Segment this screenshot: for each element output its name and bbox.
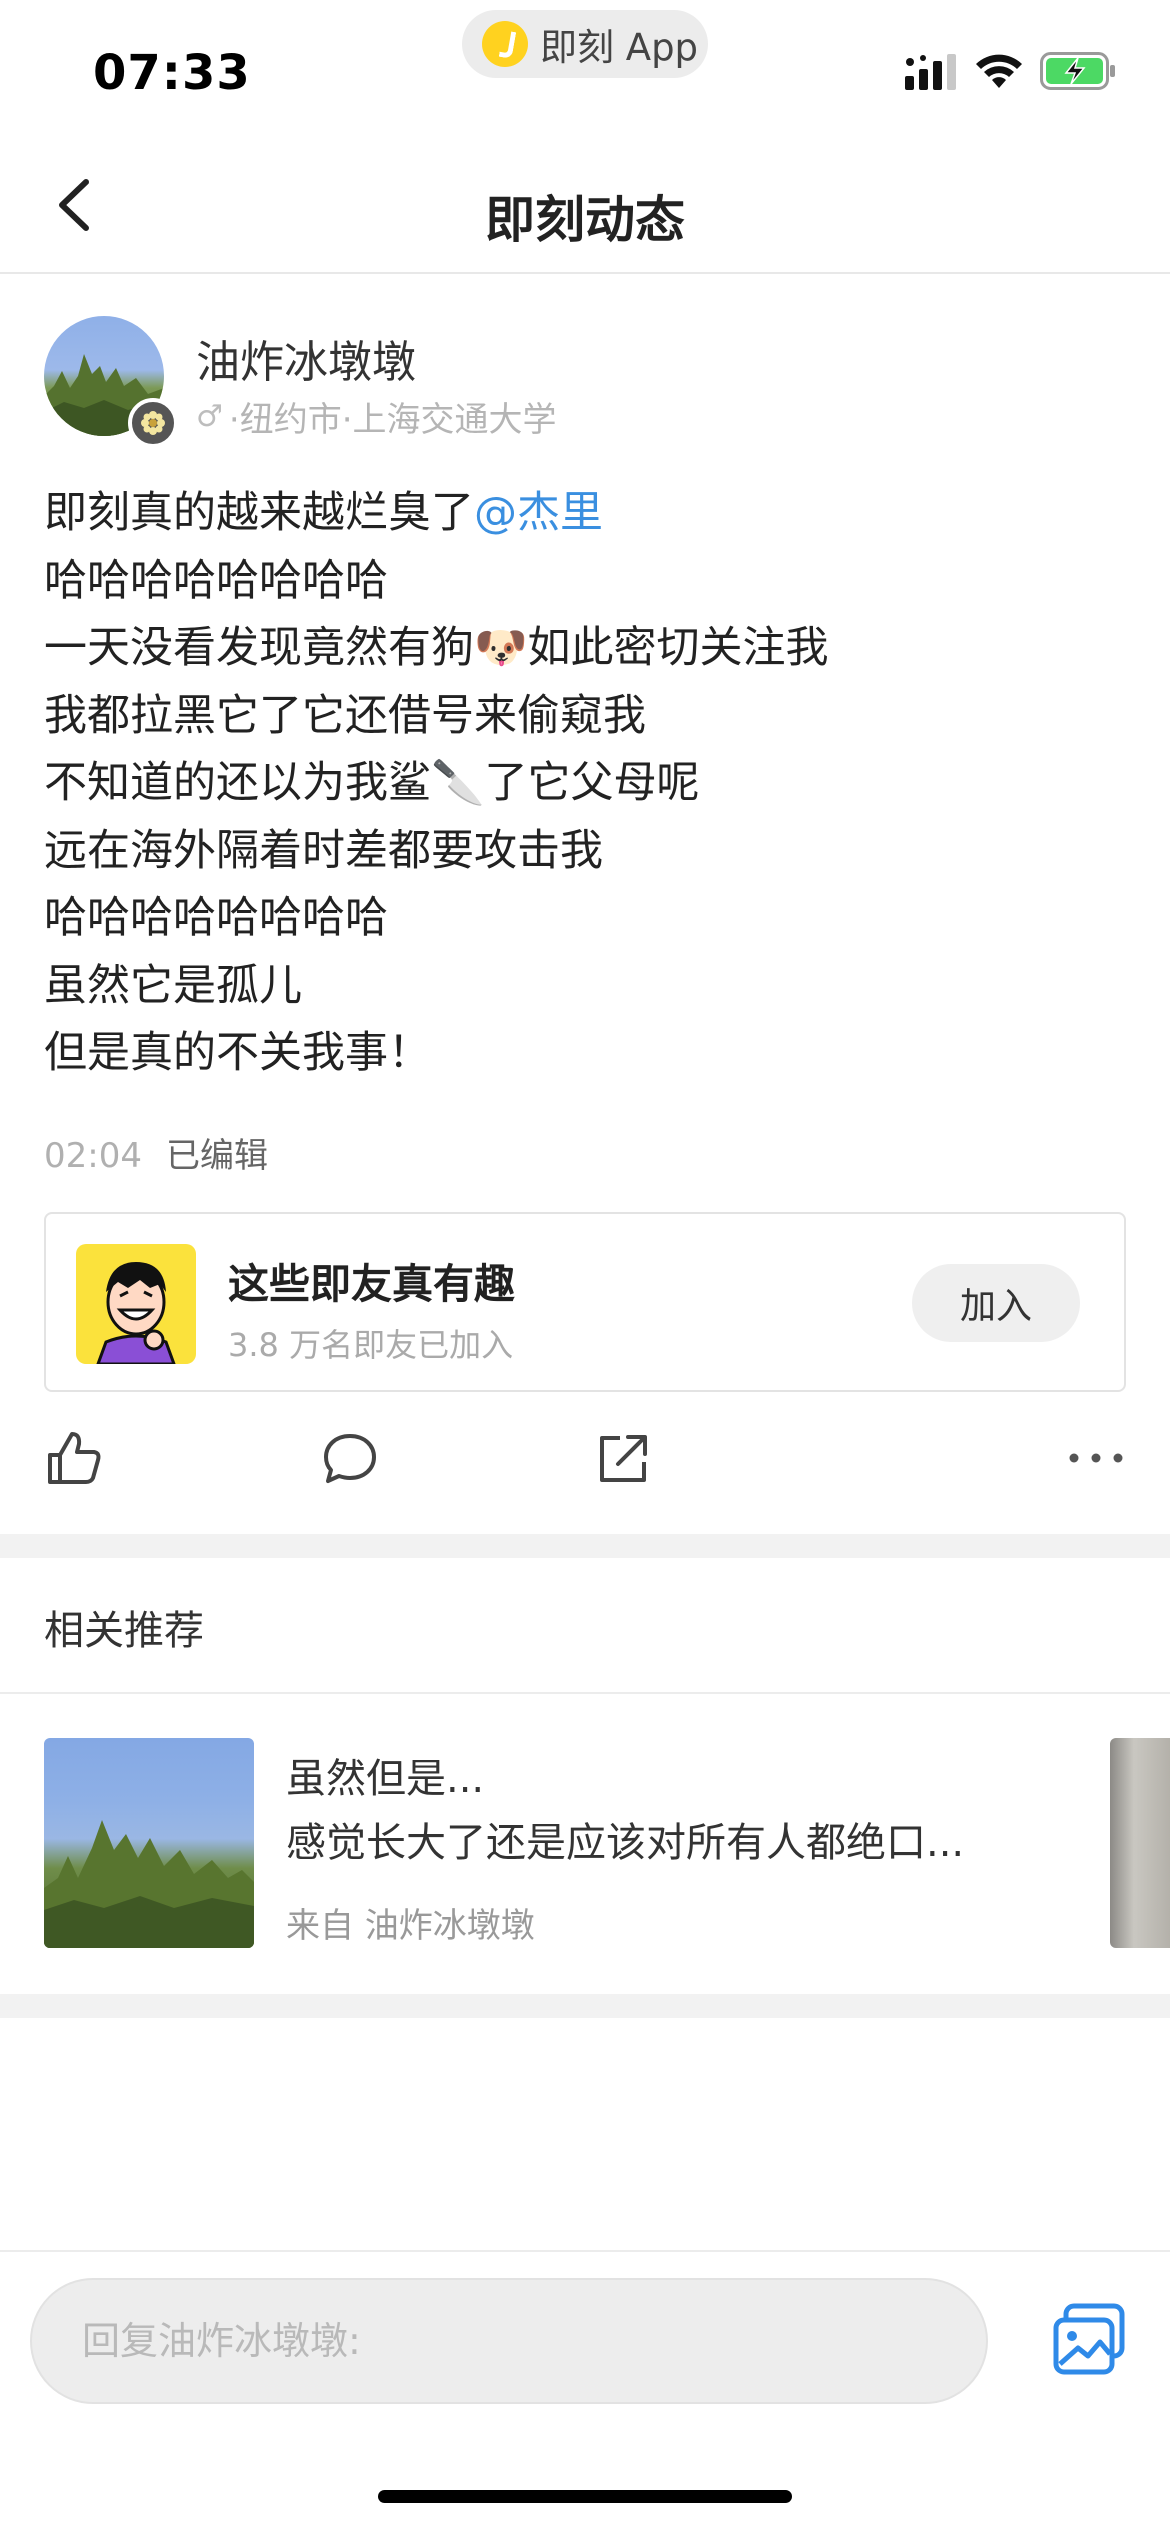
wifi-icon	[976, 54, 1022, 88]
author-location-school: ·纽约市·上海交通大学	[228, 400, 557, 440]
jike-app-icon	[482, 21, 528, 67]
share-icon[interactable]	[594, 1428, 654, 1488]
post-line: 哈哈哈哈哈哈哈哈	[44, 555, 388, 606]
trees-image	[44, 1820, 254, 1948]
related-header: 相关推荐	[44, 1608, 204, 1654]
post-line: 但是真的不关我事！	[44, 1028, 431, 1078]
section-divider	[0, 1994, 1170, 2018]
topic-member-count: 3.8 万名即友已加入	[228, 1326, 514, 1364]
mention-link[interactable]: @杰里	[474, 488, 603, 538]
post-line: 远在海外隔着时差都要攻击我	[44, 825, 603, 876]
signal-icon	[905, 54, 956, 90]
post-line: 虽然它是孤儿	[44, 960, 302, 1011]
nav-bar: 即刻动态	[0, 130, 1170, 274]
post-line: 不知道的还以为我鲨🔪了它父母呢	[44, 758, 700, 808]
like-icon[interactable]	[44, 1428, 104, 1488]
reply-input[interactable]	[30, 2278, 988, 2404]
topic-icon	[76, 1244, 196, 1364]
topic-title: 这些即友真有趣	[228, 1260, 515, 1308]
topic-card[interactable]: 这些即友真有趣 3.8 万名即友已加入 加入	[44, 1212, 1126, 1392]
comment-icon[interactable]	[320, 1428, 380, 1488]
join-button[interactable]: 加入	[912, 1264, 1080, 1342]
gender-male-icon: ♂	[196, 399, 223, 434]
related-item-title[interactable]: 虽然但是...	[286, 1746, 484, 1804]
post-line: 一天没看发现竟然有狗🐶如此密切关注我	[44, 623, 829, 673]
status-time: 07:33	[93, 45, 251, 101]
related-item-thumbnail-partial[interactable]	[1110, 1738, 1170, 1948]
section-divider	[0, 1534, 1170, 1558]
page-title: 即刻动态	[485, 191, 685, 249]
post-content: 即刻真的越来越烂臭了@杰里 哈哈哈哈哈哈哈哈 一天没看发现竟然有狗🐶如此密切关注…	[44, 480, 1124, 1088]
more-icon[interactable]	[1066, 1428, 1126, 1488]
post-line: 我都拉黑它了它还借号来偷窥我	[44, 690, 646, 741]
post-meta: 02:04 已编辑	[44, 1128, 268, 1177]
author-name[interactable]: 油炸冰墩墩	[196, 326, 416, 390]
image-icon[interactable]	[1052, 2302, 1128, 2378]
laughing-cartoon-icon	[96, 1262, 176, 1364]
divider	[0, 1692, 1170, 1694]
author-meta: ♂ ·纽约市·上海交通大学	[196, 392, 557, 441]
related-item-desc[interactable]: 感觉长大了还是应该对所有人都绝口...	[286, 1810, 964, 1868]
related-item-thumbnail[interactable]	[44, 1738, 254, 1948]
battery-charging-icon	[1040, 52, 1115, 90]
post-line: 哈哈哈哈哈哈哈哈	[44, 893, 388, 943]
status-bar: 07:33 即刻 App	[0, 0, 1170, 130]
related-item-source: 来自 油炸冰墩墩	[286, 1906, 535, 1946]
post-line: 即刻真的越来越烂臭了@杰里	[44, 480, 1124, 548]
badge-flower-icon	[128, 398, 178, 448]
edited-label: 已编辑	[165, 1136, 268, 1176]
app-indicator-pill[interactable]: 即刻 App	[462, 10, 708, 78]
app-indicator-label: 即刻 App	[540, 26, 699, 69]
post-time: 02:04	[44, 1136, 142, 1176]
post-line-text: 即刻真的越来越烂臭了	[44, 488, 474, 538]
home-indicator[interactable]	[378, 2490, 792, 2503]
